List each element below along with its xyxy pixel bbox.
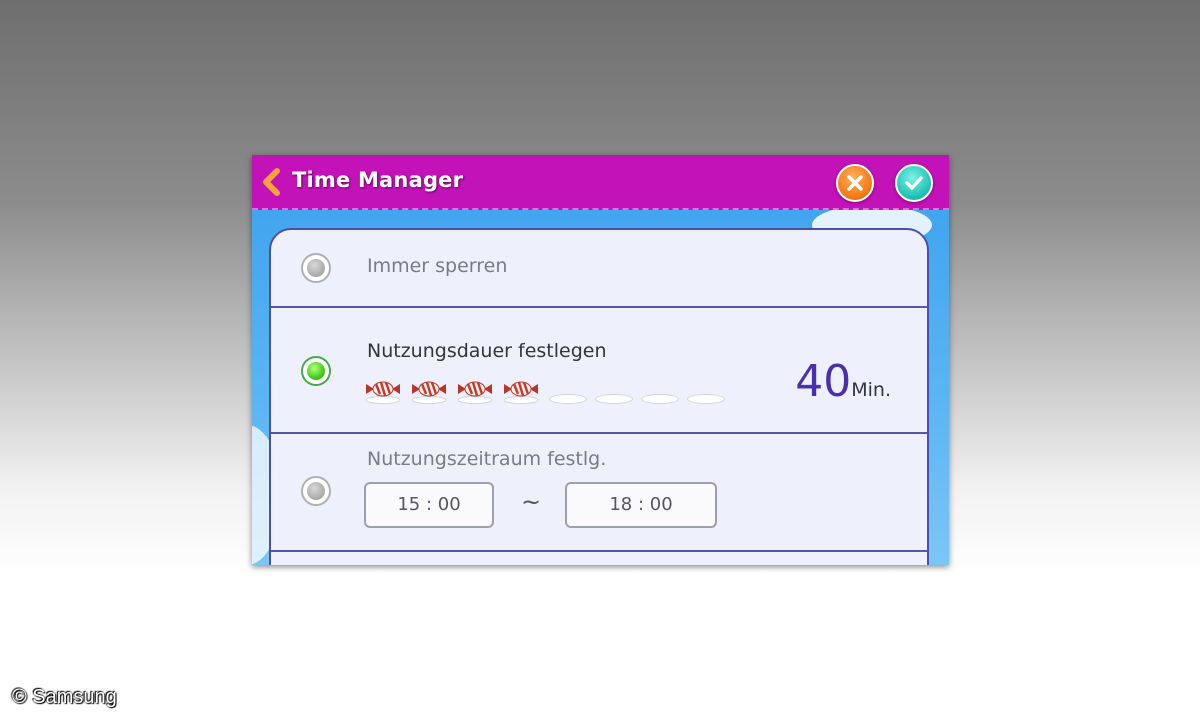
option-usage-period[interactable]: Nutzungszeitraum festlg. 15 : 00 ~ 18 : … xyxy=(271,434,927,550)
empty-candy-slot[interactable] xyxy=(595,394,633,404)
time-manager-window: Time Manager Immer sperren Nutzungsdauer… xyxy=(252,155,949,565)
candy-meter[interactable] xyxy=(363,376,743,406)
candy-icon[interactable] xyxy=(501,376,541,404)
end-time-field[interactable]: 18 : 00 xyxy=(565,482,717,528)
minutes-unit: Min. xyxy=(851,379,891,401)
empty-candy-slot[interactable] xyxy=(687,394,725,404)
time-separator: ~ xyxy=(521,488,542,516)
empty-candy-slot[interactable] xyxy=(549,394,587,404)
start-time-field[interactable]: 15 : 00 xyxy=(364,482,494,528)
copyright-watermark: © Samsung xyxy=(12,686,117,708)
minutes-display: 40Min. xyxy=(795,356,891,407)
candy-icon[interactable] xyxy=(455,376,495,404)
radio-off-icon[interactable] xyxy=(301,476,331,506)
page-title: Time Manager xyxy=(292,168,464,192)
radio-off-icon[interactable] xyxy=(301,253,331,283)
option-usage-duration[interactable]: Nutzungsdauer festlegen 40Min. xyxy=(271,308,927,432)
option-label: Nutzungszeitraum festlg. xyxy=(367,448,607,470)
check-icon xyxy=(905,176,923,190)
minutes-value: 40 xyxy=(795,356,852,407)
empty-candy-slot[interactable] xyxy=(641,394,679,404)
candy-icon[interactable] xyxy=(363,376,403,404)
cancel-button[interactable] xyxy=(836,164,874,202)
confirm-button[interactable] xyxy=(895,164,933,202)
radio-on-icon[interactable] xyxy=(301,356,331,386)
title-bar: Time Manager xyxy=(252,155,949,210)
close-icon xyxy=(847,175,863,191)
chevron-left-icon[interactable] xyxy=(260,168,282,196)
option-label: Immer sperren xyxy=(367,255,508,277)
option-always-lock[interactable]: Immer sperren xyxy=(271,230,927,306)
options-panel: Immer sperren Nutzungsdauer festlegen 40… xyxy=(269,228,929,565)
option-label: Nutzungsdauer festlegen xyxy=(367,340,607,362)
candy-icon[interactable] xyxy=(409,376,449,404)
divider xyxy=(271,550,927,552)
